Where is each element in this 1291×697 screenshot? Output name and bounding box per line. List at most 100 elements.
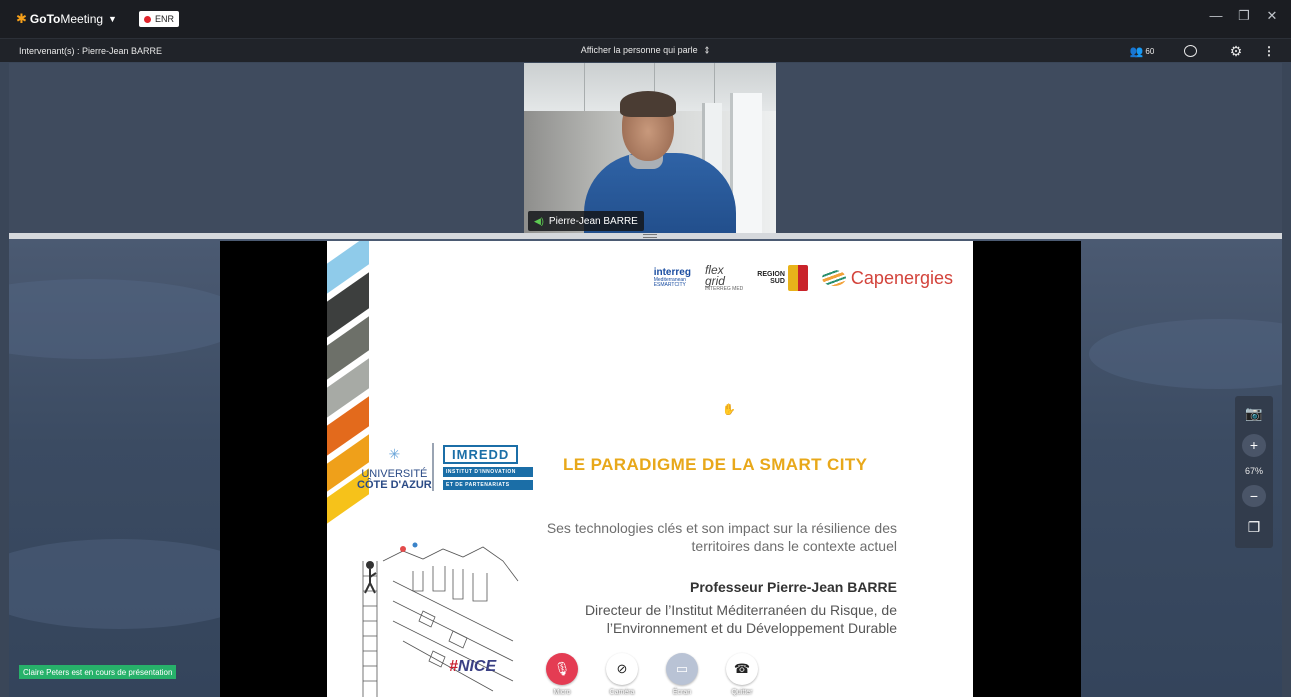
view-mode-selector[interactable]: Afficher la personne qui parle ⇕ [0, 45, 1291, 56]
camera-label: Caméra [609, 689, 635, 696]
participant-name: Pierre-Jean BARRE [548, 215, 638, 227]
leave-label: Quitter [731, 689, 753, 696]
uca-line2: CÔTE D'AZUR [357, 479, 432, 491]
screen-share-area: interreg Mediterranean ESMARTCITY flex g… [9, 239, 1282, 697]
hang-up-icon: ☎ [726, 653, 758, 685]
hashtag-symbol: # [449, 658, 458, 675]
capenergies-logo: Capenergies [821, 267, 953, 289]
presenter-name: Professeur Pierre-Jean BARRE [690, 579, 897, 595]
caret-down-icon: ▼ [108, 14, 117, 24]
slide-subtitle: Ses technologies clés et son impact sur … [457, 519, 897, 555]
interreg-logo: interreg Mediterranean ESMARTCITY [654, 268, 691, 288]
esmartcity-text: ESMARTCITY [653, 282, 686, 289]
chat-button[interactable] [1167, 42, 1213, 60]
recording-badge[interactable]: ENR [138, 11, 179, 27]
region-sud-logo: REGION SUD [757, 265, 808, 292]
gear-icon: ⚙ [1229, 42, 1243, 59]
meeting-toolbar: Intervenant(s) : Pierre-Jean BARRE Affic… [0, 38, 1291, 62]
view-mode-label: Afficher la personne qui parle [580, 45, 698, 55]
sketch-buildings [412, 566, 488, 602]
director-line2: l’Environnement et du Développement Dura… [606, 620, 897, 637]
app-menu-button[interactable]: ✱ GoTo Meeting ▼ [16, 11, 117, 27]
flexgrid-logo: flex grid INTERREG MED [705, 264, 743, 291]
imredd-band2: ET DE PARTENARIATS [443, 480, 533, 490]
screen-share-button[interactable]: ▭ Écran [665, 653, 699, 696]
leave-button[interactable]: ☎ Quitter [725, 653, 759, 696]
minus-icon: − [1249, 487, 1259, 504]
presentation-slide: interreg Mediterranean ESMARTCITY flex g… [327, 241, 973, 697]
hand-cursor-icon: ✋ [722, 404, 736, 416]
snapshot-button[interactable]: 📷 [1242, 402, 1266, 425]
zoom-in-button[interactable]: + [1242, 433, 1266, 457]
fit-to-screen-button[interactable]: ❐ [1242, 516, 1266, 539]
chevron-updown-icon: ⇕ [703, 45, 711, 56]
window-controls: — ❐ ✕ [1209, 8, 1279, 24]
webcam-video [524, 63, 776, 233]
zoom-level: 67% [1244, 465, 1263, 476]
webcam-strip: ◀) Pierre-Jean BARRE [9, 63, 1282, 233]
speaker-active-icon: ◀) [534, 215, 544, 226]
brand-meeting: Meeting [60, 12, 104, 26]
zoom-panel: 📷 + 67% − ❐ [1235, 396, 1273, 548]
camera-off-icon: ⊘ [606, 653, 638, 685]
record-dot-icon [143, 15, 151, 23]
attendee-count: 60 [1145, 46, 1155, 56]
camera-button[interactable]: ⊘ Caméra [605, 653, 639, 696]
sketch-bubble [400, 546, 406, 552]
drag-handle-icon[interactable] [643, 234, 657, 238]
chat-bubble-icon [1183, 45, 1197, 57]
video-person-hair [620, 91, 676, 117]
shared-screen[interactable]: interreg Mediterranean ESMARTCITY flex g… [220, 241, 1081, 697]
close-icon[interactable]: ✕ [1265, 8, 1279, 24]
copy-window-icon: ❐ [1247, 519, 1261, 536]
capenergies-text: Capenergies [850, 267, 953, 288]
sketch-figure-body [364, 569, 377, 594]
background-hill [9, 279, 249, 359]
partner-logos: interreg Mediterranean ESMARTCITY flex g… [654, 264, 953, 292]
more-vertical-icon: ⋮ [1263, 44, 1275, 58]
mic-label: Micro [553, 689, 571, 696]
hashtag-nice: #NICE [449, 658, 496, 676]
imredd-band1: INSTITUT D'INNOVATION [443, 467, 533, 477]
presenter-role: Directeur de l’Institut Méditerranéen du… [477, 601, 897, 637]
sud-text: SUD [770, 278, 785, 286]
plus-icon: + [1249, 437, 1259, 454]
meeting-controls: 🎙 Micro ⊘ Caméra ▭ Écran ☎ Quitter [545, 653, 759, 696]
subtitle-line1: Ses technologies clés et son impact sur … [546, 520, 897, 536]
region-text: REGION [757, 271, 785, 279]
toolbar-actions: 👥 60 ⚙ ⋮ [1117, 42, 1279, 60]
subtitle-line2: territoires dans le contexte actuel [691, 538, 897, 555]
sketch-figure-head [366, 561, 374, 569]
capenergies-wave-icon [821, 270, 846, 287]
restore-icon[interactable]: ❐ [1237, 8, 1251, 24]
uca-star-icon: ✳ [388, 446, 401, 462]
sketch-skyline [382, 546, 519, 582]
screen-share-off-icon: ▭ [666, 653, 698, 685]
logo-divider [432, 443, 434, 491]
slide-title: LE PARADIGME DE LA SMART CITY [563, 455, 868, 474]
presenting-status-badge: Claire Peters est en cours de présentati… [19, 665, 177, 679]
recording-label: ENR [154, 14, 174, 24]
minimize-icon[interactable]: — [1209, 8, 1223, 24]
brand-goto: GoTo [29, 12, 61, 26]
director-line1: Directeur de l’Institut Méditerranéen du… [584, 602, 897, 618]
video-ceiling-line [584, 63, 585, 111]
region-crest-icon [787, 265, 808, 292]
more-options-button[interactable]: ⋮ [1259, 42, 1279, 60]
mic-muted-icon: 🎙 [546, 653, 578, 685]
webcam-tile[interactable]: ◀) Pierre-Jean BARRE [524, 63, 776, 233]
imredd-text: IMREDD [443, 445, 519, 464]
mic-button[interactable]: 🎙 Micro [545, 653, 579, 696]
universite-cote-azur-logo: ✳ UNIVERSITÉ CÔTE D'AZUR [357, 447, 432, 491]
hashtag-word: NICE [457, 658, 497, 675]
attendees-button[interactable]: 👥 60 [1117, 42, 1167, 60]
title-bar: ✱ GoTo Meeting ▼ ENR — ❐ ✕ [0, 0, 1291, 38]
zoom-out-button[interactable]: − [1242, 484, 1266, 508]
background-hill [1089, 319, 1282, 389]
sketch-bubble [412, 542, 418, 548]
participant-name-tag: ◀) Pierre-Jean BARRE [528, 211, 644, 231]
gotomeeting-window: ✱ GoTo Meeting ▼ ENR — ❐ ✕ Intervenant(s)… [0, 0, 1291, 697]
imredd-logo: IMREDD INSTITUT D'INNOVATION ET DE PARTE… [443, 445, 533, 490]
gotomeeting-logo-icon: ✱ [16, 11, 27, 26]
settings-button[interactable]: ⚙ [1213, 42, 1259, 60]
